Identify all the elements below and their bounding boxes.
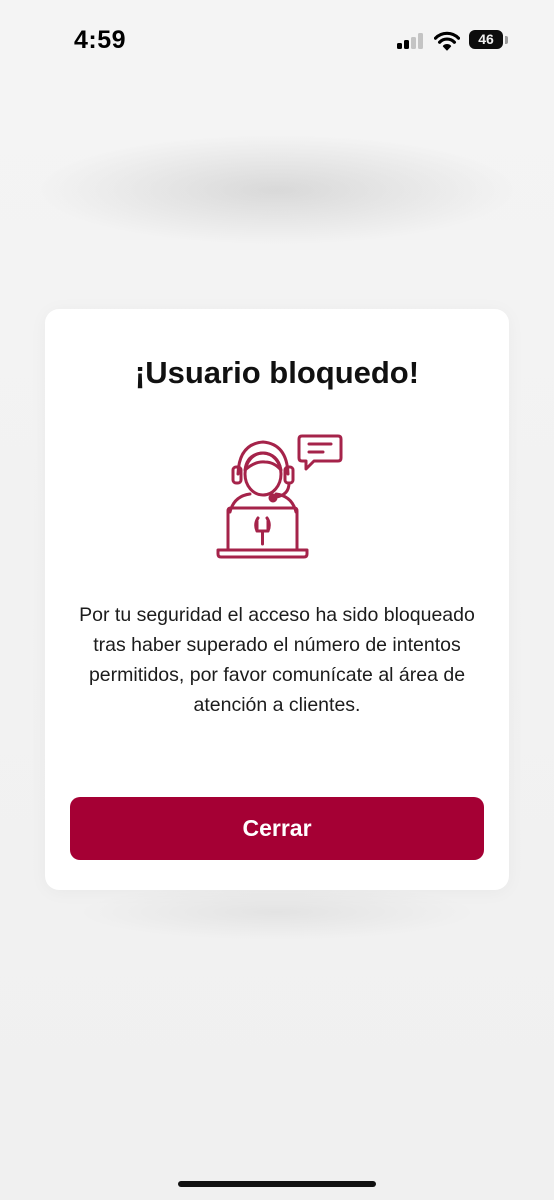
battery-level: 46	[478, 31, 494, 47]
close-button[interactable]: Cerrar	[70, 797, 484, 860]
blocked-user-dialog: ¡Usuario bloquedo! Por tu seguridad el a…	[45, 309, 509, 890]
cellular-signal-icon	[397, 33, 425, 49]
dialog-title: ¡Usuario bloquedo!	[134, 355, 420, 390]
status-bar: 4:59 46	[0, 0, 554, 70]
wifi-icon	[434, 31, 460, 51]
home-indicator[interactable]	[178, 1181, 376, 1187]
status-time: 4:59	[74, 26, 127, 54]
customer-support-agent-icon	[216, 434, 343, 559]
battery-tip	[505, 36, 508, 44]
battery-icon: 46	[469, 30, 503, 49]
dialog-message: Por tu seguridad el acceso ha sido bloqu…	[79, 604, 475, 716]
